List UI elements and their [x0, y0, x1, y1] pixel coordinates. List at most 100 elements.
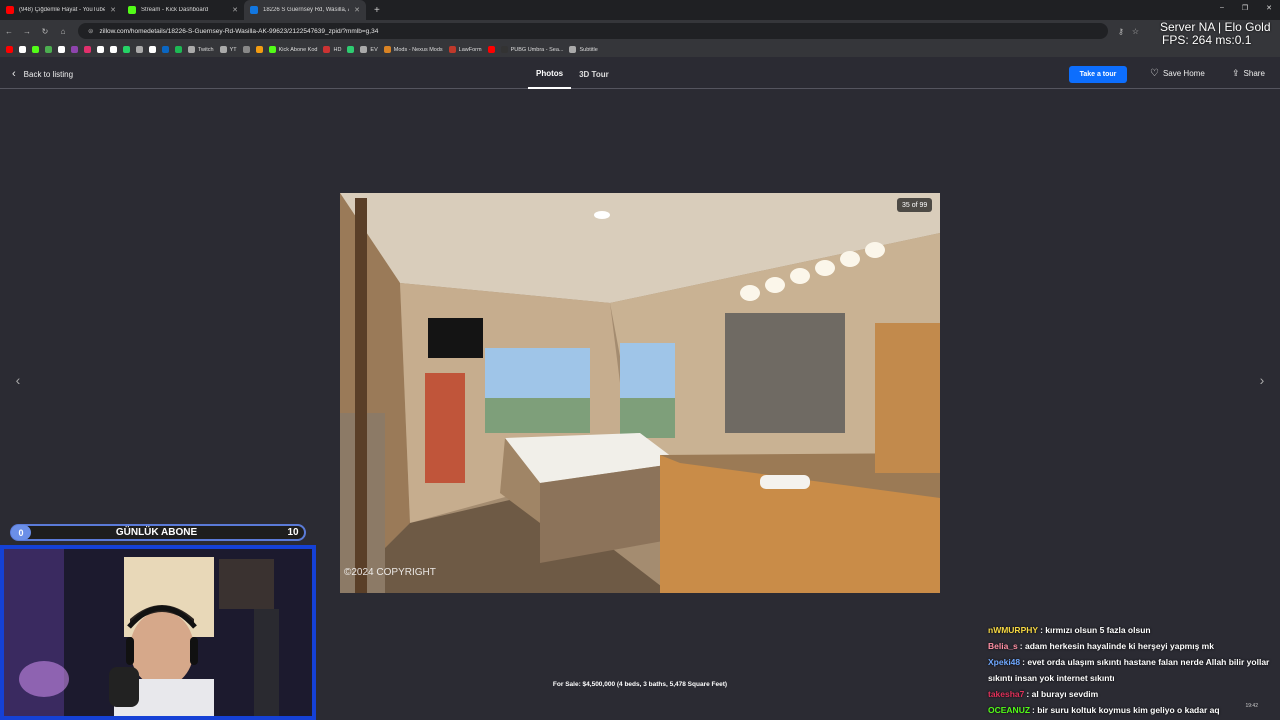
- bookmark-item[interactable]: Mods - Nexus Mods: [383, 46, 443, 53]
- bookmark-item[interactable]: [149, 46, 156, 53]
- bookmark-icon: [149, 46, 156, 53]
- bookmark-item[interactable]: HD: [323, 46, 341, 53]
- bookmark-item[interactable]: [19, 46, 26, 53]
- bookmarks-bar: Twitch YT Kick Abone Kod HD EV Mods - Nexus M…: [0, 42, 1280, 57]
- bookmark-icon: [188, 46, 195, 53]
- reload-icon[interactable]: ↻: [36, 27, 54, 36]
- heart-icon: ♡: [1150, 68, 1159, 79]
- home-icon[interactable]: ⌂: [54, 27, 72, 36]
- bookmark-item[interactable]: [487, 46, 495, 53]
- address-bar-row: ← → ↻ ⌂ ⊜ zillow.com/homedetails/18226-S…: [0, 20, 1280, 42]
- browser-tab[interactable]: Stream - Kick Dashboard ✕: [122, 0, 244, 20]
- bookmark-item[interactable]: PUBG Umbra - Sea...: [500, 46, 564, 53]
- bookmark-item[interactable]: [32, 46, 39, 53]
- close-window-icon[interactable]: ✕: [1266, 4, 1272, 12]
- tab-3d-tour[interactable]: 3D Tour: [571, 60, 617, 89]
- bookmark-label: LawForm: [458, 46, 482, 53]
- browser-tab-bar: (948) Çiğdemle Hayat - YouTube ✕ Stream - …: [0, 0, 1280, 20]
- system-clock: 19:42: [1245, 703, 1258, 709]
- bookmark-item[interactable]: [162, 46, 169, 53]
- goal-label: GÜNLÜK ABONE: [115, 527, 198, 538]
- bookmark-item[interactable]: [255, 46, 263, 53]
- chat-username[interactable]: nWMURPHY: [988, 625, 1038, 635]
- new-tab-icon[interactable]: +: [366, 5, 388, 16]
- chat-message: OCEANUZ: bir suru koltuk koymus kim geli…: [988, 702, 1273, 718]
- bookmark-item[interactable]: [58, 46, 65, 53]
- previous-photo-button[interactable]: ‹: [8, 370, 28, 390]
- tab-title: (948) Çiğdemle Hayat - YouTube: [19, 7, 106, 13]
- chat-text: kırmızı olsun 5 fazla olsun: [1045, 625, 1151, 635]
- photo-counter: 35 of 99: [897, 198, 933, 212]
- url-text: zillow.com/homedetails/18226-S-Guernsey-…: [99, 27, 379, 35]
- tab-favicon-icon: [250, 6, 258, 14]
- close-tab-icon[interactable]: ✕: [232, 6, 238, 14]
- window-controls: – ❐ ✕: [1220, 4, 1272, 12]
- chat-username[interactable]: OCEANUZ: [988, 705, 1030, 715]
- back-to-listing-label: Back to listing: [23, 69, 74, 79]
- bookmark-item[interactable]: [123, 46, 130, 53]
- take-a-tour-button[interactable]: Take a tour: [1069, 66, 1127, 83]
- chat-text: bir suru koltuk koymus kim geliyo o kada…: [1037, 705, 1220, 715]
- bookmark-icon: [58, 46, 65, 53]
- bookmark-icon: [19, 46, 26, 53]
- bookmark-label: PUBG Umbra - Sea...: [510, 46, 564, 53]
- bookmark-label: Mods - Nexus Mods: [393, 46, 443, 53]
- bookmark-icon: [45, 46, 52, 53]
- restore-icon[interactable]: ❐: [1242, 4, 1248, 12]
- photo-watermark: ©2024 COPYRIGHT: [344, 567, 436, 578]
- bookmark-item[interactable]: [97, 46, 104, 53]
- browser-tab[interactable]: (948) Çiğdemle Hayat - YouTube ✕: [0, 0, 122, 20]
- bookmark-item[interactable]: YT: [219, 46, 237, 53]
- bookmark-item[interactable]: [45, 46, 52, 53]
- close-tab-icon[interactable]: ✕: [110, 6, 116, 14]
- back-to-listing-link[interactable]: ‹ Back to listing: [12, 68, 73, 80]
- bookmark-star-icon[interactable]: ☆: [1132, 27, 1139, 36]
- tab-photos[interactable]: Photos: [528, 60, 572, 89]
- goal-current: 0: [11, 525, 31, 540]
- bookmark-item[interactable]: [110, 46, 117, 53]
- bookmark-item[interactable]: [175, 46, 182, 53]
- bookmark-label: YT: [229, 46, 237, 53]
- bookmark-icon: [6, 46, 13, 53]
- site-info-icon[interactable]: ⊜: [88, 27, 93, 35]
- next-photo-button[interactable]: ›: [1252, 370, 1272, 390]
- bathroom-photo-illustration: [340, 193, 940, 593]
- fps-line: FPS: 264 ms:0.1: [1162, 33, 1252, 47]
- bookmark-icon: [383, 46, 391, 53]
- listing-photo[interactable]: ©2024 COPYRIGHT: [340, 193, 940, 593]
- bookmark-icon: [32, 46, 39, 53]
- bookmark-icon: [268, 46, 276, 53]
- bookmark-item[interactable]: [6, 46, 13, 53]
- bookmark-item[interactable]: [136, 46, 143, 53]
- bookmark-item[interactable]: EV: [360, 46, 378, 53]
- minimize-icon[interactable]: –: [1220, 4, 1224, 12]
- bookmark-item[interactable]: [242, 46, 250, 53]
- goal-target: 10: [287, 527, 299, 538]
- bookmark-item[interactable]: [71, 46, 78, 53]
- key-icon[interactable]: ⚷: [1118, 27, 1124, 36]
- bookmark-item[interactable]: Subtitle: [569, 46, 598, 53]
- browser-tab[interactable]: 18226 S Guernsey Rd, Wasilla, A ✕: [244, 0, 366, 20]
- bookmark-icon: [71, 46, 78, 53]
- save-home-button[interactable]: ♡ Save Home: [1150, 68, 1205, 79]
- back-arrow-icon[interactable]: ←: [0, 27, 18, 36]
- bookmark-item[interactable]: LawForm: [448, 46, 482, 53]
- tab-title: 18226 S Guernsey Rd, Wasilla, A: [263, 7, 350, 13]
- bookmark-label: Subtitle: [579, 46, 598, 53]
- bookmark-item[interactable]: [347, 46, 355, 53]
- bookmark-item[interactable]: Kick Abone Kod: [268, 46, 318, 53]
- close-tab-icon[interactable]: ✕: [354, 6, 360, 14]
- share-button[interactable]: ⇪ Share: [1232, 68, 1265, 79]
- bookmark-item[interactable]: Twitch: [188, 46, 214, 53]
- chat-username[interactable]: takesha7: [988, 689, 1024, 699]
- bookmark-label: EV: [370, 46, 378, 53]
- bookmark-icon: [162, 46, 169, 53]
- url-input[interactable]: ⊜ zillow.com/homedetails/18226-S-Guernse…: [78, 23, 1108, 39]
- bookmark-item[interactable]: [84, 46, 91, 53]
- chat-username[interactable]: Xpeki48: [988, 657, 1020, 667]
- chat-username[interactable]: Belia_s: [988, 641, 1018, 651]
- bookmark-icon: [84, 46, 91, 53]
- bookmark-label: Kick Abone Kod: [278, 46, 318, 53]
- bookmark-label: Twitch: [198, 46, 214, 53]
- forward-arrow-icon[interactable]: →: [18, 27, 36, 36]
